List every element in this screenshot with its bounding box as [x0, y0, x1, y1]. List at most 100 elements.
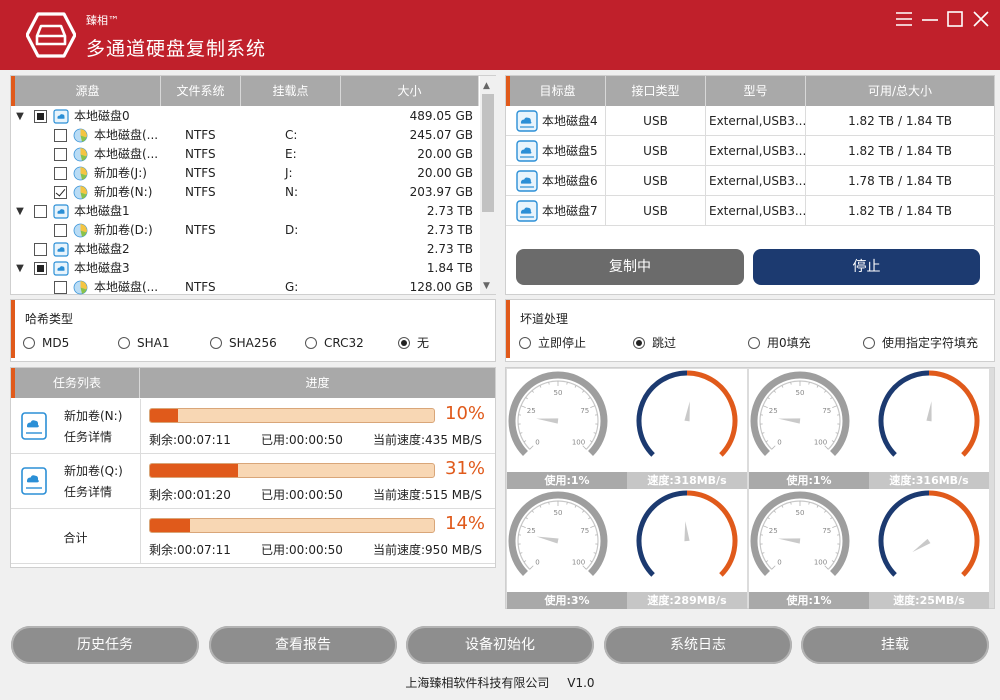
- source-tree-row[interactable]: 本地磁盘(... NTFS G: 128.00 GB: [11, 278, 479, 297]
- hash-type-panel: 哈希类型 MD5 SHA1 SHA256 CRC32 无: [10, 299, 496, 362]
- history-tasks-button[interactable]: 历史任务: [11, 626, 199, 664]
- stop-button[interactable]: 停止: [753, 249, 980, 285]
- target-table-row[interactable]: 本地磁盘4 USB External,USB3... 1.82 TB / 1.84 T…: [506, 106, 995, 136]
- source-tree-row[interactable]: 本地磁盘(... NTFS C: 245.07 GB: [11, 126, 479, 145]
- row-checkbox[interactable]: [34, 243, 47, 256]
- gauge-tick-label: 25: [769, 527, 778, 535]
- gauge-tick-mark: [519, 552, 523, 554]
- task-detail-link[interactable]: 任务详情: [64, 483, 112, 500]
- copying-button[interactable]: 复制中: [516, 249, 744, 285]
- gauge-tick-mark: [771, 565, 776, 570]
- source-mount-point: G:: [285, 280, 299, 294]
- source-filesystem: NTFS: [185, 280, 216, 294]
- task-total-row[interactable]: 合计 14% 剩余:00:07:11 已用:00:00:50 当前速度:950 MB/S: [11, 509, 495, 564]
- gauge-tick-label: 0: [777, 439, 781, 447]
- gauge-tick-mark: [824, 390, 827, 393]
- scroll-up-icon[interactable]: ▲: [483, 81, 490, 91]
- speed-gauge-dial: [878, 490, 980, 577]
- gauge-needle: [536, 536, 559, 544]
- source-scrollbar[interactable]: ▲ ▼: [480, 76, 496, 294]
- gauge-tick-mark: [566, 502, 568, 505]
- source-name: 本地磁盘2: [74, 242, 130, 256]
- chevron-down-icon[interactable]: ▼: [14, 259, 26, 278]
- gauge-tick-mark: [762, 525, 768, 528]
- usage-label: 使用:1%: [749, 592, 869, 609]
- radio-circle[interactable]: [748, 337, 760, 349]
- radio-circle[interactable]: [118, 337, 130, 349]
- hash-accent-bar: [11, 300, 15, 358]
- radio-circle[interactable]: [633, 337, 645, 349]
- source-size: 20.00 GB: [417, 147, 473, 161]
- target-name: 本地磁盘4: [542, 114, 598, 128]
- source-tree-row[interactable]: ▼ 本地磁盘1 2.73 TB: [11, 202, 479, 221]
- system-log-button[interactable]: 系统日志: [604, 626, 792, 664]
- target-table-row[interactable]: 本地磁盘6 USB External,USB3... 1.78 TB / 1.84 T…: [506, 166, 995, 196]
- usage-gauge: 0 25 50 75 100 使用:3%: [507, 489, 627, 609]
- source-tree-row[interactable]: 新加卷(N:) NTFS N: 203.97 GB: [11, 183, 479, 202]
- target-table-row[interactable]: 本地磁盘5 USB External,USB3... 1.82 TB / 1.84 T…: [506, 136, 995, 166]
- radio-label: 使用指定字符填充: [882, 336, 979, 350]
- target-table-row[interactable]: 本地磁盘7 USB External,USB3... 1.82 TB / 1.84 T…: [506, 196, 995, 226]
- partition-icon: [73, 128, 88, 143]
- gauge-tick-mark: [832, 405, 838, 408]
- source-tree-row[interactable]: 新加卷(J:) NTFS J: 20.00 GB: [11, 164, 479, 183]
- device-init-button[interactable]: 设备初始化: [406, 626, 594, 664]
- gauge-tick-mark: [589, 440, 593, 443]
- row-checkbox[interactable]: [34, 262, 47, 275]
- target-interface: USB: [606, 166, 706, 196]
- task-detail-link[interactable]: 任务详情: [64, 428, 112, 445]
- radio-circle[interactable]: [519, 337, 531, 349]
- close-icon[interactable]: [970, 8, 992, 30]
- maximize-icon[interactable]: [944, 8, 966, 30]
- gauge-tick-label: 75: [822, 527, 831, 535]
- progress-fill: [150, 409, 179, 422]
- scroll-thumb[interactable]: [482, 94, 494, 212]
- usage-gauge: 0 25 50 75 100 使用:1%: [749, 489, 869, 609]
- gauge-tick-mark: [808, 502, 810, 505]
- source-tree-row[interactable]: ▼ 本地磁盘3 1.84 TB: [11, 259, 479, 278]
- view-report-button[interactable]: 查看报告: [209, 626, 397, 664]
- row-checkbox[interactable]: [54, 224, 67, 237]
- usage-gauge: 0 25 50 75 100 使用:1%: [749, 369, 869, 489]
- gauges-panel: 0 25 50 75 100 使用:1% 速度:318MB/s 0 25 50 75 100 使用:1%…: [505, 367, 995, 609]
- gauge-tick-mark: [531, 390, 534, 393]
- row-checkbox[interactable]: [54, 129, 67, 142]
- row-checkbox[interactable]: [34, 205, 47, 218]
- footer: 上海臻相软件科技有限公司 V1.0: [0, 674, 1000, 691]
- mount-button[interactable]: 挂载: [801, 626, 989, 664]
- chevron-down-icon[interactable]: ▼: [14, 202, 26, 221]
- row-checkbox[interactable]: [54, 281, 67, 294]
- source-tree-row[interactable]: ▼ 本地磁盘0 489.05 GB: [11, 107, 479, 126]
- radio-circle[interactable]: [863, 337, 875, 349]
- minimize-icon[interactable]: [919, 8, 941, 30]
- target-header-model: 型号: [706, 76, 806, 106]
- menu-icon[interactable]: [893, 8, 915, 30]
- gauge-tick-mark: [590, 405, 596, 408]
- row-checkbox[interactable]: [54, 167, 67, 180]
- source-tree-row[interactable]: 新加卷(D:) NTFS D: 2.73 TB: [11, 221, 479, 240]
- radio-circle[interactable]: [398, 337, 410, 349]
- scroll-down-icon[interactable]: ▼: [483, 281, 490, 291]
- radio-circle[interactable]: [23, 337, 35, 349]
- row-checkbox[interactable]: [54, 148, 67, 161]
- source-tree-row[interactable]: 本地磁盘(... NTFS E: 20.00 GB: [11, 145, 479, 164]
- row-checkbox[interactable]: [54, 186, 67, 199]
- source-name: 本地磁盘3: [74, 261, 130, 275]
- hash-type-title: 哈希类型: [25, 312, 74, 326]
- source-disk-panel: 源盘 文件系统 挂载点 大小 ▼ 本地磁盘0 489.05 GB 本地磁盘(... NT…: [10, 75, 496, 295]
- partition-icon: [73, 147, 88, 162]
- gauge-tick-label: 25: [527, 407, 536, 415]
- task-row[interactable]: 新加卷(N:) 任务详情 10% 剩余:00:07:11 已用:00:00:50 当前速度…: [11, 399, 495, 454]
- source-tree-row[interactable]: 本地磁盘2 2.73 TB: [11, 240, 479, 259]
- gauge-tick-mark: [761, 432, 765, 434]
- gauge-tick-mark: [523, 440, 527, 443]
- gauge-tick-mark: [830, 397, 833, 400]
- task-row[interactable]: 新加卷(Q:) 任务详情 31% 剩余:00:01:20 已用:00:00:50 当前速度…: [11, 454, 495, 509]
- usage-label: 使用:3%: [507, 592, 627, 609]
- row-checkbox[interactable]: [34, 110, 47, 123]
- source-size: 1.84 TB: [426, 261, 473, 275]
- radio-circle[interactable]: [210, 337, 222, 349]
- chevron-down-icon[interactable]: ▼: [14, 107, 26, 126]
- progress-fill: [150, 519, 190, 532]
- radio-circle[interactable]: [305, 337, 317, 349]
